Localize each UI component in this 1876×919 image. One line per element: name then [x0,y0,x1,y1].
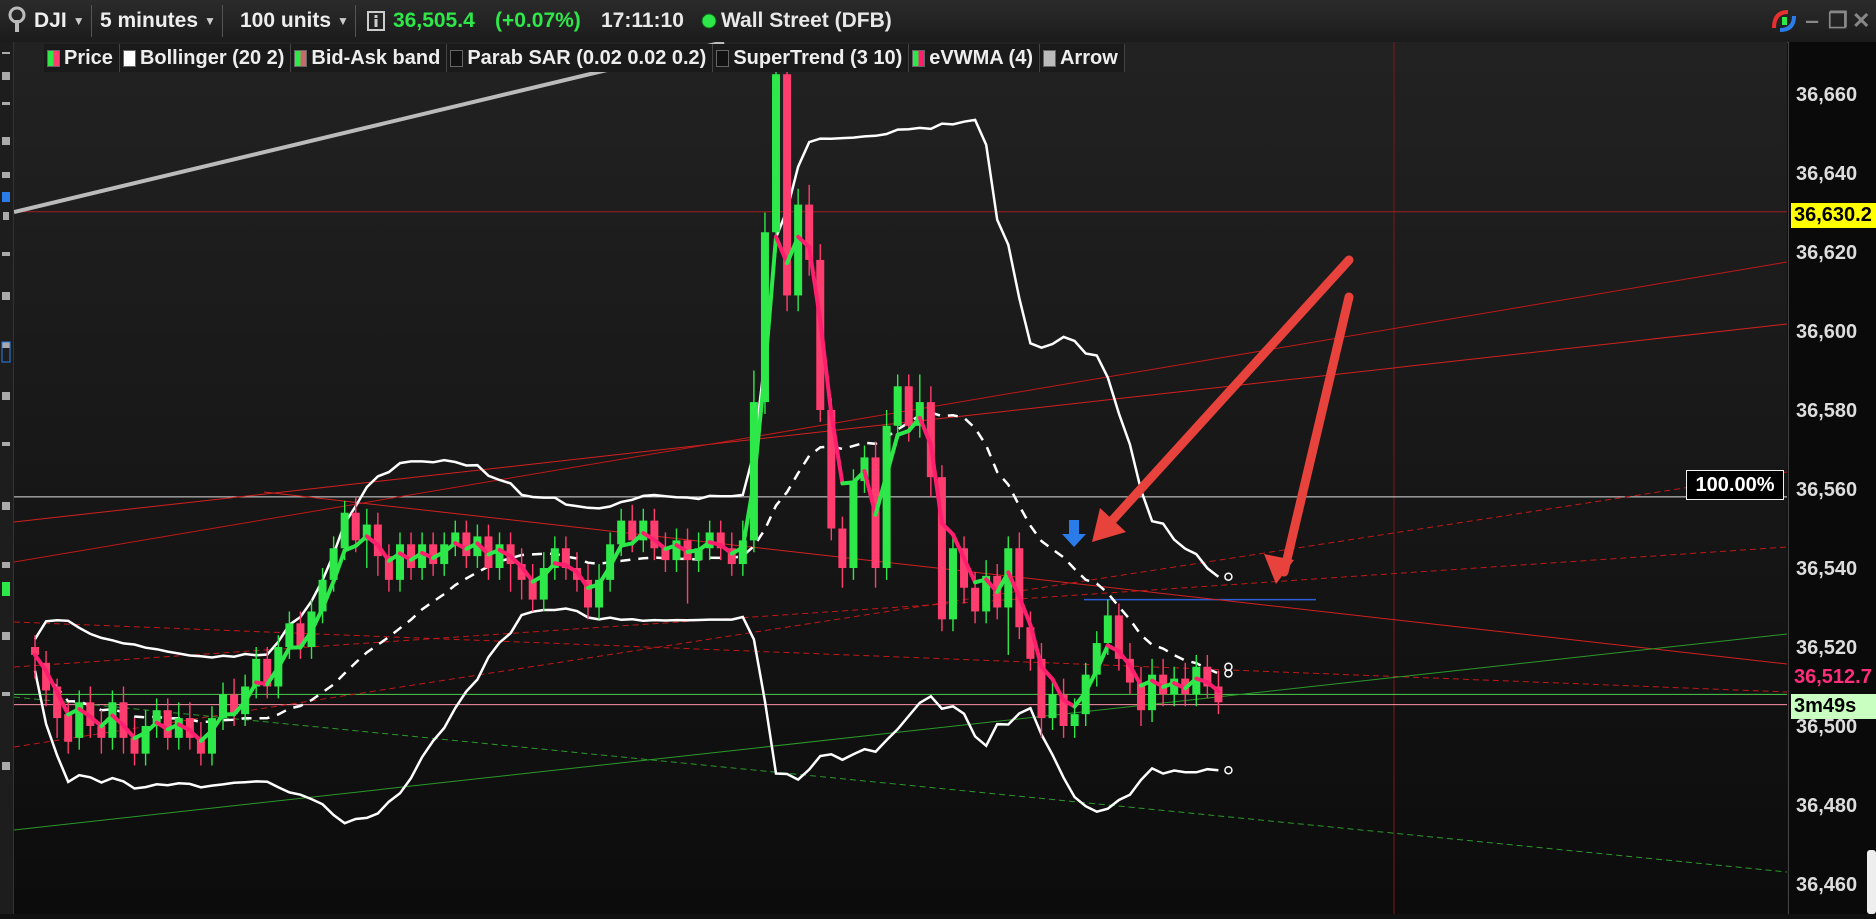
legend-item-arrow[interactable]: Arrow [1040,44,1125,72]
chevron-down-icon: ▼ [73,14,85,28]
chevron-down-icon: ▼ [337,14,349,28]
close-icon[interactable]: ✕ [1852,8,1870,34]
horizontal-level-tag: 36,630.2 [1791,203,1876,228]
legend-swatch [1043,50,1056,67]
link-icon[interactable] [1770,8,1798,40]
legend-item-price[interactable]: Price [44,44,120,72]
legend-label: Arrow [1060,47,1118,70]
candle-body [352,513,360,541]
candle-body [849,481,857,568]
candle-body [1104,615,1112,643]
y-tick-label: 36,480 [1796,795,1857,818]
market-name: Wall Street (DFB) [721,0,892,42]
toolbar: DJI ▼ 5 minutes ▼ 100 units ▼ 36,505.4 (+0.… [0,0,1876,43]
symbol-label: DJI [34,9,67,33]
candle-body [341,513,349,549]
legend-swatch [294,50,307,67]
candle-body [794,205,802,296]
maximize-icon[interactable]: ❐ [1828,8,1848,34]
band-end-marker [1225,663,1232,670]
band-end-marker [1225,767,1232,774]
candle-body [64,714,72,742]
current-price: 36,505.4 [393,0,475,42]
app-icon[interactable] [6,0,32,42]
candle-body [617,521,625,545]
drawing-tools-icon [0,42,13,914]
y-tick-label: 36,540 [1796,558,1857,581]
candle-body [1049,694,1057,718]
countdown-tag: 3m49s [1791,694,1876,719]
bid-price-tag: 36,512.7 [1791,665,1876,690]
legend-swatch [716,50,729,67]
candle-body [905,386,913,426]
candle-body [628,521,636,541]
legend-swatch [450,50,463,67]
y-tick-label: 36,640 [1796,163,1857,186]
timeframe-dropdown[interactable]: 5 minutes ▼ [100,5,223,37]
y-tick-label: 36,600 [1796,321,1857,344]
info-icon [367,11,385,31]
sell-signal-arrow-icon [1062,520,1086,547]
candle-body [949,548,957,619]
y-tick-label: 36,500 [1796,716,1857,739]
annotation-arrow [1109,260,1349,524]
chevron-down-icon: ▼ [204,14,216,28]
y-tick-label: 36,560 [1796,479,1857,502]
candle-body [883,426,891,568]
trendline [14,697,1787,872]
legend-label: Bollinger (20 2) [140,47,284,70]
y-tick-label: 36,520 [1796,637,1857,660]
indicator-legend: Price Bollinger (20 2) Bid-Ask band Para… [44,44,1125,72]
y-tick-label: 36,660 [1796,84,1857,107]
legend-item-bid-ask[interactable]: Bid-Ask band [291,44,447,72]
legend-item-supertrend[interactable]: SuperTrend (3 10) [713,44,909,72]
candle-body [164,710,172,738]
legend-label: Parab SAR (0.02 0.02 0.2) [467,47,706,70]
market-status-icon [701,0,717,42]
drawing-toolbar[interactable] [0,42,14,914]
clock-time: 17:11:10 [601,0,684,42]
legend-item-bollinger[interactable]: Bollinger (20 2) [120,44,291,72]
candle-body [838,529,846,569]
legend-label: SuperTrend (3 10) [733,47,902,70]
candle-body [131,738,139,754]
candle-body [396,544,404,580]
trendline [14,472,1787,747]
y-tick-label: 36,460 [1796,874,1857,897]
candle-body [462,532,470,556]
legend-label: eVWMA (4) [929,47,1033,70]
price-chart[interactable] [14,42,1787,914]
candle-body [119,702,127,738]
minimize-icon[interactable]: ‒ [1806,8,1818,34]
candle-body [496,544,504,568]
price-change: (+0.07%) [495,0,581,42]
info-button[interactable] [367,0,385,42]
legend-label: Bid-Ask band [311,47,440,70]
legend-item-evwma[interactable]: eVWMA (4) [909,44,1040,72]
chart-plot-area[interactable] [14,42,1787,914]
legend-swatch [912,50,925,67]
units-dropdown[interactable]: 100 units ▼ [240,5,356,37]
y-tick-label: 36,620 [1796,242,1857,265]
band-end-marker [1225,573,1232,580]
app-logo-icon [6,6,28,36]
axis-scroll-handle[interactable] [1867,850,1876,914]
band-end-marker [1225,670,1232,677]
legend-swatch [123,50,136,67]
symbol-dropdown[interactable]: DJI ▼ [34,5,92,37]
y-tick-label: 36,580 [1796,400,1857,423]
candle-body [285,623,293,647]
candle-body [772,74,780,232]
units-label: 100 units [240,9,331,33]
legend-label: Price [64,47,113,70]
fibonacci-label: 100.00% [1686,470,1784,500]
candle-body [1071,714,1079,726]
candle-body [894,386,902,426]
annotation-arrow [1284,297,1349,572]
timeframe-label: 5 minutes [100,9,198,33]
legend-item-parab-sar[interactable]: Parab SAR (0.02 0.02 0.2) [447,44,713,72]
candle-body [971,588,979,612]
legend-swatch [47,50,60,67]
